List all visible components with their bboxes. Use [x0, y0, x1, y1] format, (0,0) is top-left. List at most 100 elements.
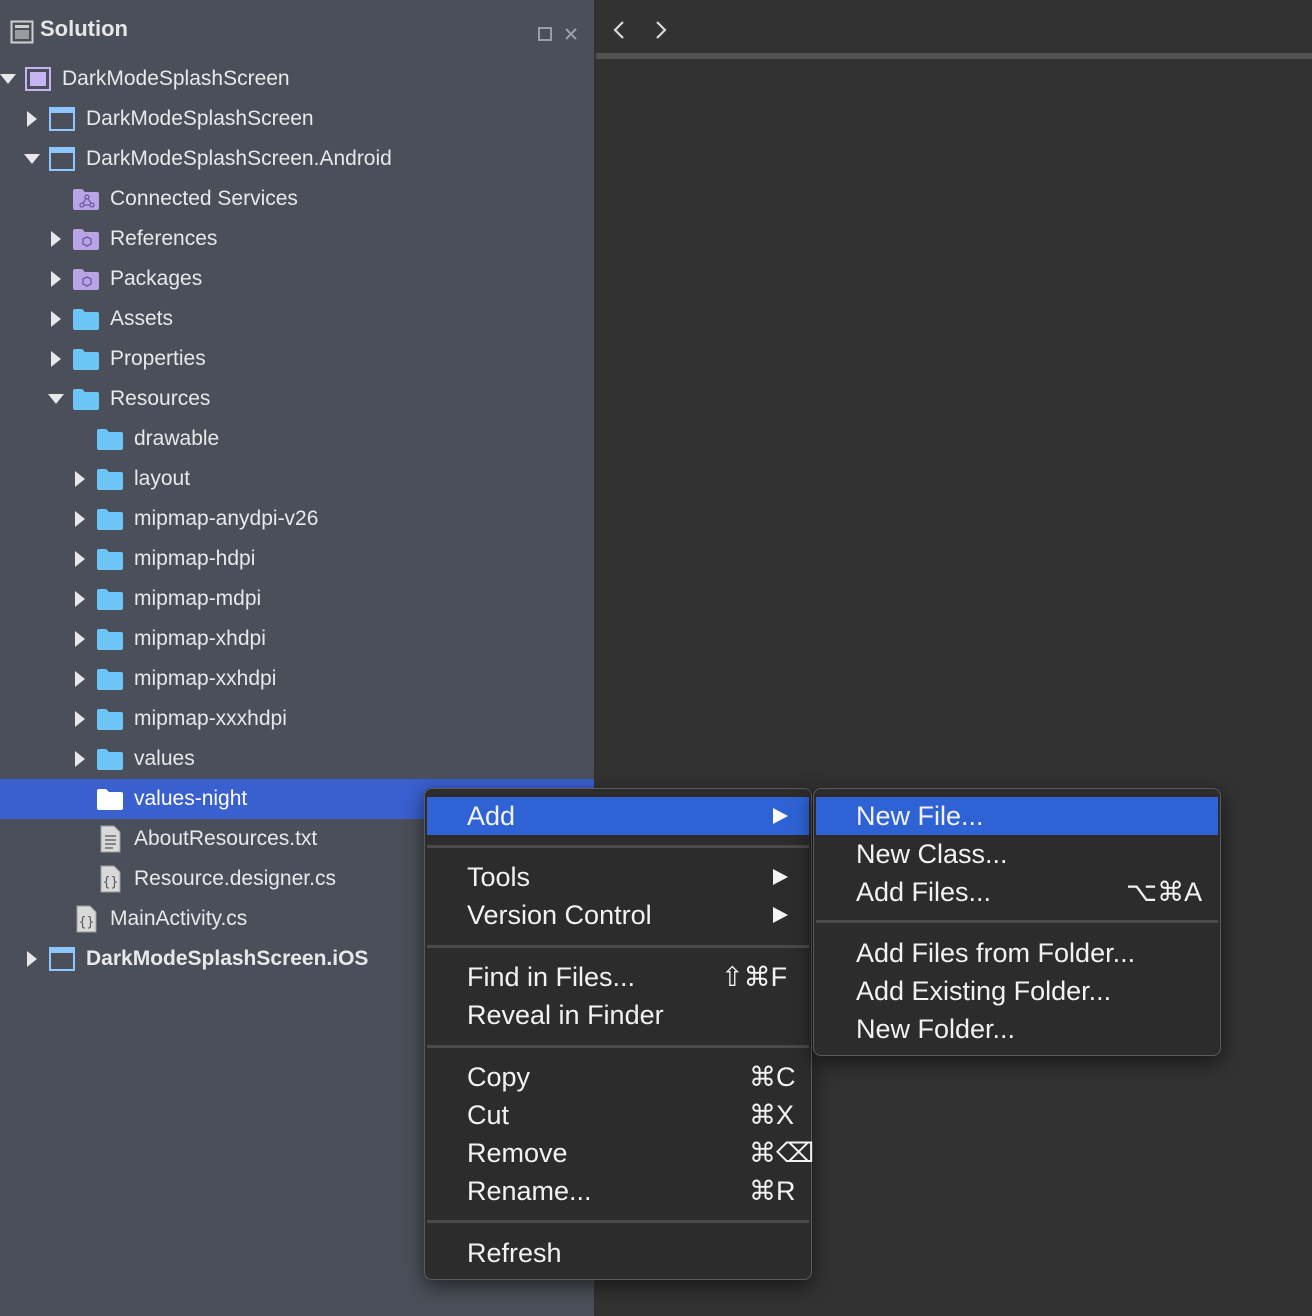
project-icon	[48, 947, 76, 971]
expand-arrow-down-icon[interactable]	[22, 149, 42, 169]
tree-item-label: mipmap-xhdpi	[134, 627, 266, 650]
menu-item-refresh[interactable]: Refresh	[427, 1234, 809, 1272]
tree-row[interactable]: Properties	[0, 339, 594, 379]
tree-item-label: layout	[134, 467, 191, 490]
tree-item-label: mipmap-anydpi-v26	[134, 507, 319, 530]
expand-arrow-right-icon[interactable]	[70, 589, 90, 609]
editor-tab-divider	[596, 53, 1312, 59]
folder-icon	[96, 467, 124, 491]
close-pane-icon[interactable]	[564, 27, 578, 41]
tree-item-label: mipmap-mdpi	[134, 587, 262, 610]
menu-item-reveal-in-finder[interactable]: Reveal in Finder	[427, 996, 809, 1034]
menu-item-find-in-files[interactable]: Find in Files... ⇧⌘F	[427, 958, 809, 996]
tree-item-label: drawable	[134, 427, 220, 450]
menu-item-new-folder[interactable]: New Folder...	[816, 1010, 1218, 1048]
tree-row[interactable]: DarkModeSplashScreen.Android	[0, 139, 594, 179]
menu-item-add[interactable]: Add	[427, 797, 809, 835]
svg-text:{}: {}	[79, 915, 95, 930]
tree-row[interactable]: Packages	[0, 259, 594, 299]
menu-item-shortcut: ⌘X	[749, 1100, 795, 1130]
tree-row[interactable]: layout	[0, 459, 594, 499]
tree-item-label: values	[134, 747, 195, 770]
menu-item-add-files[interactable]: Add Files... ⌥⌘A	[816, 873, 1218, 911]
navigate-forward-icon[interactable]	[648, 18, 672, 42]
tree-item-label: Properties	[110, 347, 206, 370]
tree-item-label: References	[110, 227, 218, 250]
tree-row[interactable]: Assets	[0, 299, 594, 339]
tree-row[interactable]: Resources	[0, 379, 594, 419]
expand-arrow-right-icon[interactable]	[46, 349, 66, 369]
expand-arrow-right-icon[interactable]	[46, 309, 66, 329]
menu-separator	[427, 945, 809, 948]
expand-arrow-right-icon[interactable]	[70, 549, 90, 569]
connected-services-folder-icon	[72, 187, 100, 211]
menu-item-new-file[interactable]: New File...	[816, 797, 1218, 835]
expand-arrow-down-icon[interactable]	[46, 389, 66, 409]
expand-arrow-right-icon[interactable]	[22, 949, 42, 969]
menu-item-rename[interactable]: Rename... ⌘R	[427, 1172, 809, 1210]
expand-arrow-right-icon[interactable]	[22, 109, 42, 129]
tree-item-label: MainActivity.cs	[110, 907, 248, 930]
tree-item-label: DarkModeSplashScreen	[86, 107, 314, 130]
folder-icon	[96, 627, 124, 651]
submenu-arrow-icon	[773, 869, 788, 885]
menu-item-remove[interactable]: Remove ⌘⌫	[427, 1134, 814, 1172]
menu-item-add-existing-folder[interactable]: Add Existing Folder...	[816, 972, 1218, 1010]
menu-item-shortcut: ⌘⌫	[749, 1138, 815, 1168]
menu-item-label: Add	[467, 801, 516, 831]
menu-item-new-class[interactable]: New Class...	[816, 835, 1218, 873]
menu-item-shortcut: ⌥⌘A	[1126, 877, 1203, 907]
submenu-arrow-icon	[773, 808, 788, 824]
tree-item-label: Resource.designer.cs	[134, 867, 336, 890]
menu-separator	[427, 1045, 809, 1048]
folder-icon	[96, 787, 124, 811]
tree-row[interactable]: mipmap-mdpi	[0, 579, 594, 619]
menu-item-label: Add Existing Folder...	[856, 976, 1112, 1006]
tree-row[interactable]: mipmap-hdpi	[0, 539, 594, 579]
menu-item-cut[interactable]: Cut ⌘X	[427, 1096, 809, 1134]
tree-item-label: DarkModeSplashScreen.Android	[86, 147, 392, 170]
maximize-pane-icon[interactable]	[538, 27, 552, 41]
tree-row[interactable]: DarkModeSplashScreen	[0, 59, 594, 99]
tree-row[interactable]: Connected Services	[0, 179, 594, 219]
tree-row[interactable]: References	[0, 219, 594, 259]
tree-row[interactable]: mipmap-xxxhdpi	[0, 699, 594, 739]
tree-item-label: AboutResources.txt	[134, 827, 318, 850]
expand-arrow-down-icon[interactable]	[0, 69, 18, 89]
tree-row[interactable]: drawable	[0, 419, 594, 459]
menu-item-label: Find in Files...	[467, 962, 636, 992]
menu-item-tools[interactable]: Tools	[427, 858, 809, 896]
expand-arrow-right-icon[interactable]	[70, 669, 90, 689]
menu-item-version-control[interactable]: Version Control	[427, 896, 809, 934]
expand-arrow-right-icon[interactable]	[46, 269, 66, 289]
menu-item-copy[interactable]: Copy ⌘C	[427, 1058, 809, 1096]
menu-item-label: Reveal in Finder	[467, 1000, 664, 1030]
menu-separator	[427, 845, 809, 848]
menu-item-label: Tools	[467, 862, 531, 892]
tree-item-label: mipmap-xxxhdpi	[134, 707, 287, 730]
tree-item-label: values-night	[134, 787, 248, 810]
menu-item-label: New Class...	[856, 839, 1008, 869]
navigate-back-icon[interactable]	[608, 18, 632, 42]
packages-folder-icon	[72, 267, 100, 291]
tree-row[interactable]: DarkModeSplashScreen	[0, 99, 594, 139]
tree-item-label: DarkModeSplashScreen	[62, 67, 290, 90]
tree-row[interactable]: mipmap-anydpi-v26	[0, 499, 594, 539]
folder-icon	[72, 387, 100, 411]
menu-item-add-files-from-folder[interactable]: Add Files from Folder...	[816, 934, 1218, 972]
tree-item-label: Assets	[110, 307, 174, 330]
menu-item-label: Refresh	[467, 1238, 562, 1268]
expand-arrow-right-icon[interactable]	[70, 749, 90, 769]
expand-arrow-right-icon[interactable]	[70, 469, 90, 489]
tree-row[interactable]: values	[0, 739, 594, 779]
expand-arrow-right-icon[interactable]	[46, 229, 66, 249]
expand-arrow-right-icon[interactable]	[70, 709, 90, 729]
pane-title: Solution	[40, 16, 128, 41]
expand-arrow-right-icon[interactable]	[70, 509, 90, 529]
tree-row[interactable]: mipmap-xxhdpi	[0, 659, 594, 699]
menu-separator	[816, 920, 1218, 923]
pane-header: Solution	[0, 0, 594, 60]
menu-item-shortcut: ⌘C	[749, 1062, 796, 1092]
tree-row[interactable]: mipmap-xhdpi	[0, 619, 594, 659]
expand-arrow-right-icon[interactable]	[70, 629, 90, 649]
